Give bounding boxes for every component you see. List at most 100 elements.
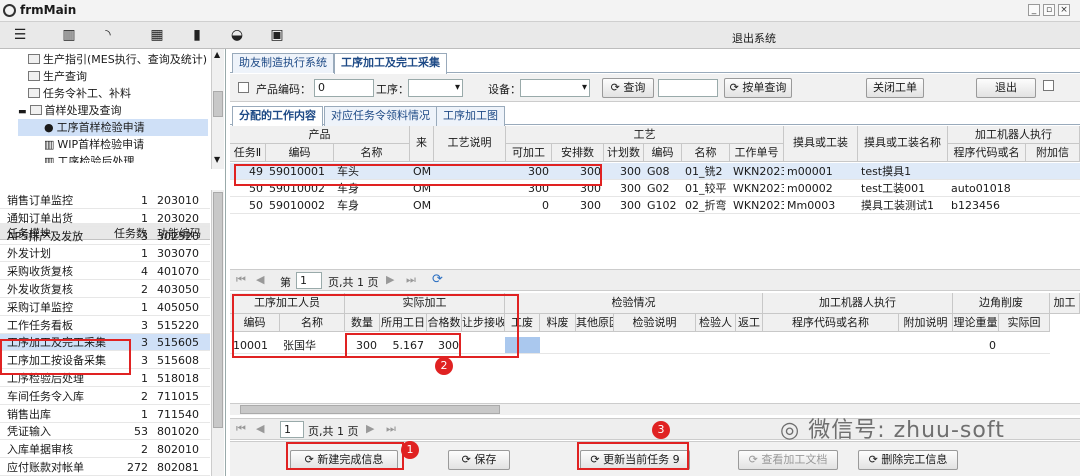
table-row[interactable]: 外发收货复核 2 403050 [0, 281, 210, 298]
col-header[interactable]: 数量 [345, 314, 380, 332]
table-row[interactable]: 10001 张国华 300 5.167 300 0 [230, 337, 1080, 354]
col-header[interactable]: 编码 [644, 144, 682, 162]
menu-icon[interactable]: ☰ [9, 26, 31, 45]
table-row[interactable]: 入库单据审核 2 802010 [0, 441, 210, 459]
tree-item[interactable]: 生产指引(MES执行、查询及统计) [18, 51, 208, 68]
col-header[interactable]: 可加工 [506, 144, 552, 162]
tree-item-selected[interactable]: ● 工序首样检验申请 [18, 119, 208, 136]
calendar-icon[interactable]: ▦ [146, 26, 168, 45]
table-row[interactable]: 工序加工按设备采集 3 515608 [0, 352, 210, 370]
prev-page-icon[interactable]: ◀ [256, 422, 264, 435]
tab-process-collect[interactable]: 工序加工及完工采集 [334, 53, 447, 74]
update-task-button[interactable]: ⟳ 更新当前任务 9 [580, 450, 690, 470]
table-row[interactable]: 采购订单监控 1 405050 [0, 299, 210, 316]
maximize-icon[interactable]: ▫ [1043, 4, 1055, 16]
col-header[interactable]: 附加说明 [899, 314, 953, 332]
col-header[interactable]: 返工 [736, 314, 763, 332]
col-header[interactable]: 理论重量 [953, 314, 999, 332]
next-page-icon[interactable]: ▶ [366, 422, 374, 435]
tab-mes[interactable]: 助友制造执行系统 [232, 53, 334, 73]
tab-material-status[interactable]: 对应任务令领料情况 [324, 106, 437, 126]
table-row[interactable]: 凭证输入 53 801020 [0, 423, 210, 441]
rss-icon[interactable]: ◝ [97, 26, 119, 45]
table-row[interactable]: 5059010002车身OM0300300G10202_折弯WKN2023CMm… [230, 197, 1080, 214]
col-header[interactable]: 检验说明 [614, 314, 696, 332]
close-icon[interactable]: × [1058, 4, 1070, 16]
col-header[interactable]: 名称 [334, 144, 410, 162]
inbox-icon[interactable]: ◒ [226, 26, 248, 45]
tree-item[interactable]: ▥ WIP首样检验申请 [18, 136, 208, 153]
table-row[interactable]: 采购收货复核 4 401070 [0, 263, 210, 281]
scroll-thumb[interactable] [213, 192, 223, 428]
filter-checkbox[interactable] [238, 82, 249, 93]
page-input[interactable]: 1 [280, 421, 304, 438]
col-header[interactable]: 安排数 [552, 144, 604, 162]
table-row[interactable]: 工序检验后处理 1 518018 [0, 370, 210, 387]
col-header[interactable]: 工废 [505, 314, 540, 332]
first-page-icon[interactable]: ⏮ [236, 422, 246, 436]
scroll-thumb[interactable] [213, 91, 223, 117]
view-doc-button[interactable]: ⟳ 查看加工文档 [738, 450, 838, 470]
table-row[interactable]: 外发计划 1 303070 [0, 245, 210, 263]
col-header[interactable]: 其他原因 [576, 314, 614, 332]
close-order-button[interactable]: 关闭工单 [866, 78, 924, 98]
col-header[interactable]: 名称 [682, 144, 730, 162]
bookmark-icon[interactable]: ▮ [186, 26, 208, 45]
new-completion-button[interactable]: ⟳ 新建完成信息 [290, 450, 398, 470]
col-header[interactable]: 实际回 [999, 314, 1050, 332]
col-header[interactable]: 计划数 [604, 144, 644, 162]
query-button[interactable]: ⟳ 查询 [602, 78, 654, 98]
tree-item[interactable]: ▥ 工序检验后处理 [18, 153, 208, 163]
col-header[interactable]: 料废 [540, 314, 576, 332]
col-header[interactable]: 附加信 [1026, 144, 1080, 162]
minimize-icon[interactable]: _ [1028, 4, 1040, 16]
tree-scrollbar[interactable]: ▲ ▼ [211, 49, 224, 169]
table-row[interactable]: APS排产及发放 3 302520 [0, 228, 210, 245]
table-row[interactable]: 应付账款对帐单 272 802081 [0, 459, 210, 476]
page-input[interactable]: 1 [296, 272, 322, 289]
first-page-icon[interactable]: ⏮ [236, 273, 246, 287]
col-header[interactable]: 编码 [266, 144, 334, 162]
document-icon[interactable]: ▥ [58, 26, 80, 45]
col-header[interactable]: 检验人 [696, 314, 736, 332]
col-header[interactable]: 程序代码或名称 [763, 314, 899, 332]
scroll-thumb[interactable] [240, 405, 500, 414]
scroll-up-icon[interactable]: ▲ [214, 50, 220, 59]
tree-item[interactable]: ▬ 首样处理及查询 [18, 102, 208, 119]
process-select[interactable] [408, 79, 463, 97]
table-row[interactable]: 通知订单出货 1 203020 [0, 210, 210, 227]
col-header[interactable]: 工作单号 [730, 144, 784, 162]
logout-link[interactable]: 退出系统 [732, 30, 776, 46]
exit-button[interactable]: 退出 [976, 78, 1036, 98]
col-header[interactable]: 名称 [280, 314, 345, 332]
prev-page-icon[interactable]: ◀ [256, 273, 264, 286]
col-header[interactable]: 让步接收 [462, 314, 505, 332]
query-by-sheet-button[interactable]: ⟳ 按单查询 [724, 78, 792, 98]
table-row[interactable]: 工作任务看板 3 515220 [0, 317, 210, 334]
col-header[interactable]: 合格数 [427, 314, 462, 332]
next-page-icon[interactable]: ▶ [386, 273, 394, 286]
tab-assigned-work[interactable]: 分配的工作内容 [232, 106, 323, 127]
save-button[interactable]: ⟳ 保存 [448, 450, 510, 470]
scroll-down-icon[interactable]: ▼ [214, 155, 220, 164]
last-page-icon[interactable]: ⏭ [406, 273, 416, 287]
option-checkbox[interactable] [1043, 80, 1054, 91]
col-header[interactable]: 所用工日 [380, 314, 427, 332]
col-header[interactable]: 编码 [230, 314, 280, 332]
last-page-icon[interactable]: ⏭ [386, 422, 396, 436]
table-row[interactable]: 销售订单监控 1 203010 [0, 192, 210, 209]
table-row[interactable]: 销售出库 1 711540 [0, 406, 210, 423]
tree-item[interactable]: 任务令补工、补料 [18, 85, 208, 102]
tree-item[interactable]: 生产查询 [18, 68, 208, 85]
image-icon[interactable]: ▣ [266, 26, 288, 45]
device-select[interactable] [520, 79, 590, 97]
tab-process-drawing[interactable]: 工序加工图 [436, 106, 505, 126]
collapse-icon[interactable]: ▬ [18, 107, 27, 117]
col-header[interactable]: 程序代码或名 [948, 144, 1026, 162]
query-input[interactable] [658, 79, 718, 97]
left-table-scrollbar[interactable] [211, 190, 224, 476]
col-header[interactable]: 任务Ⅱ [230, 144, 266, 162]
table-row[interactable]: 车间任务令入库 2 711015 [0, 388, 210, 405]
refresh-icon[interactable]: ⟳ [432, 272, 443, 287]
delete-completion-button[interactable]: ⟳ 删除完工信息 [858, 450, 958, 470]
